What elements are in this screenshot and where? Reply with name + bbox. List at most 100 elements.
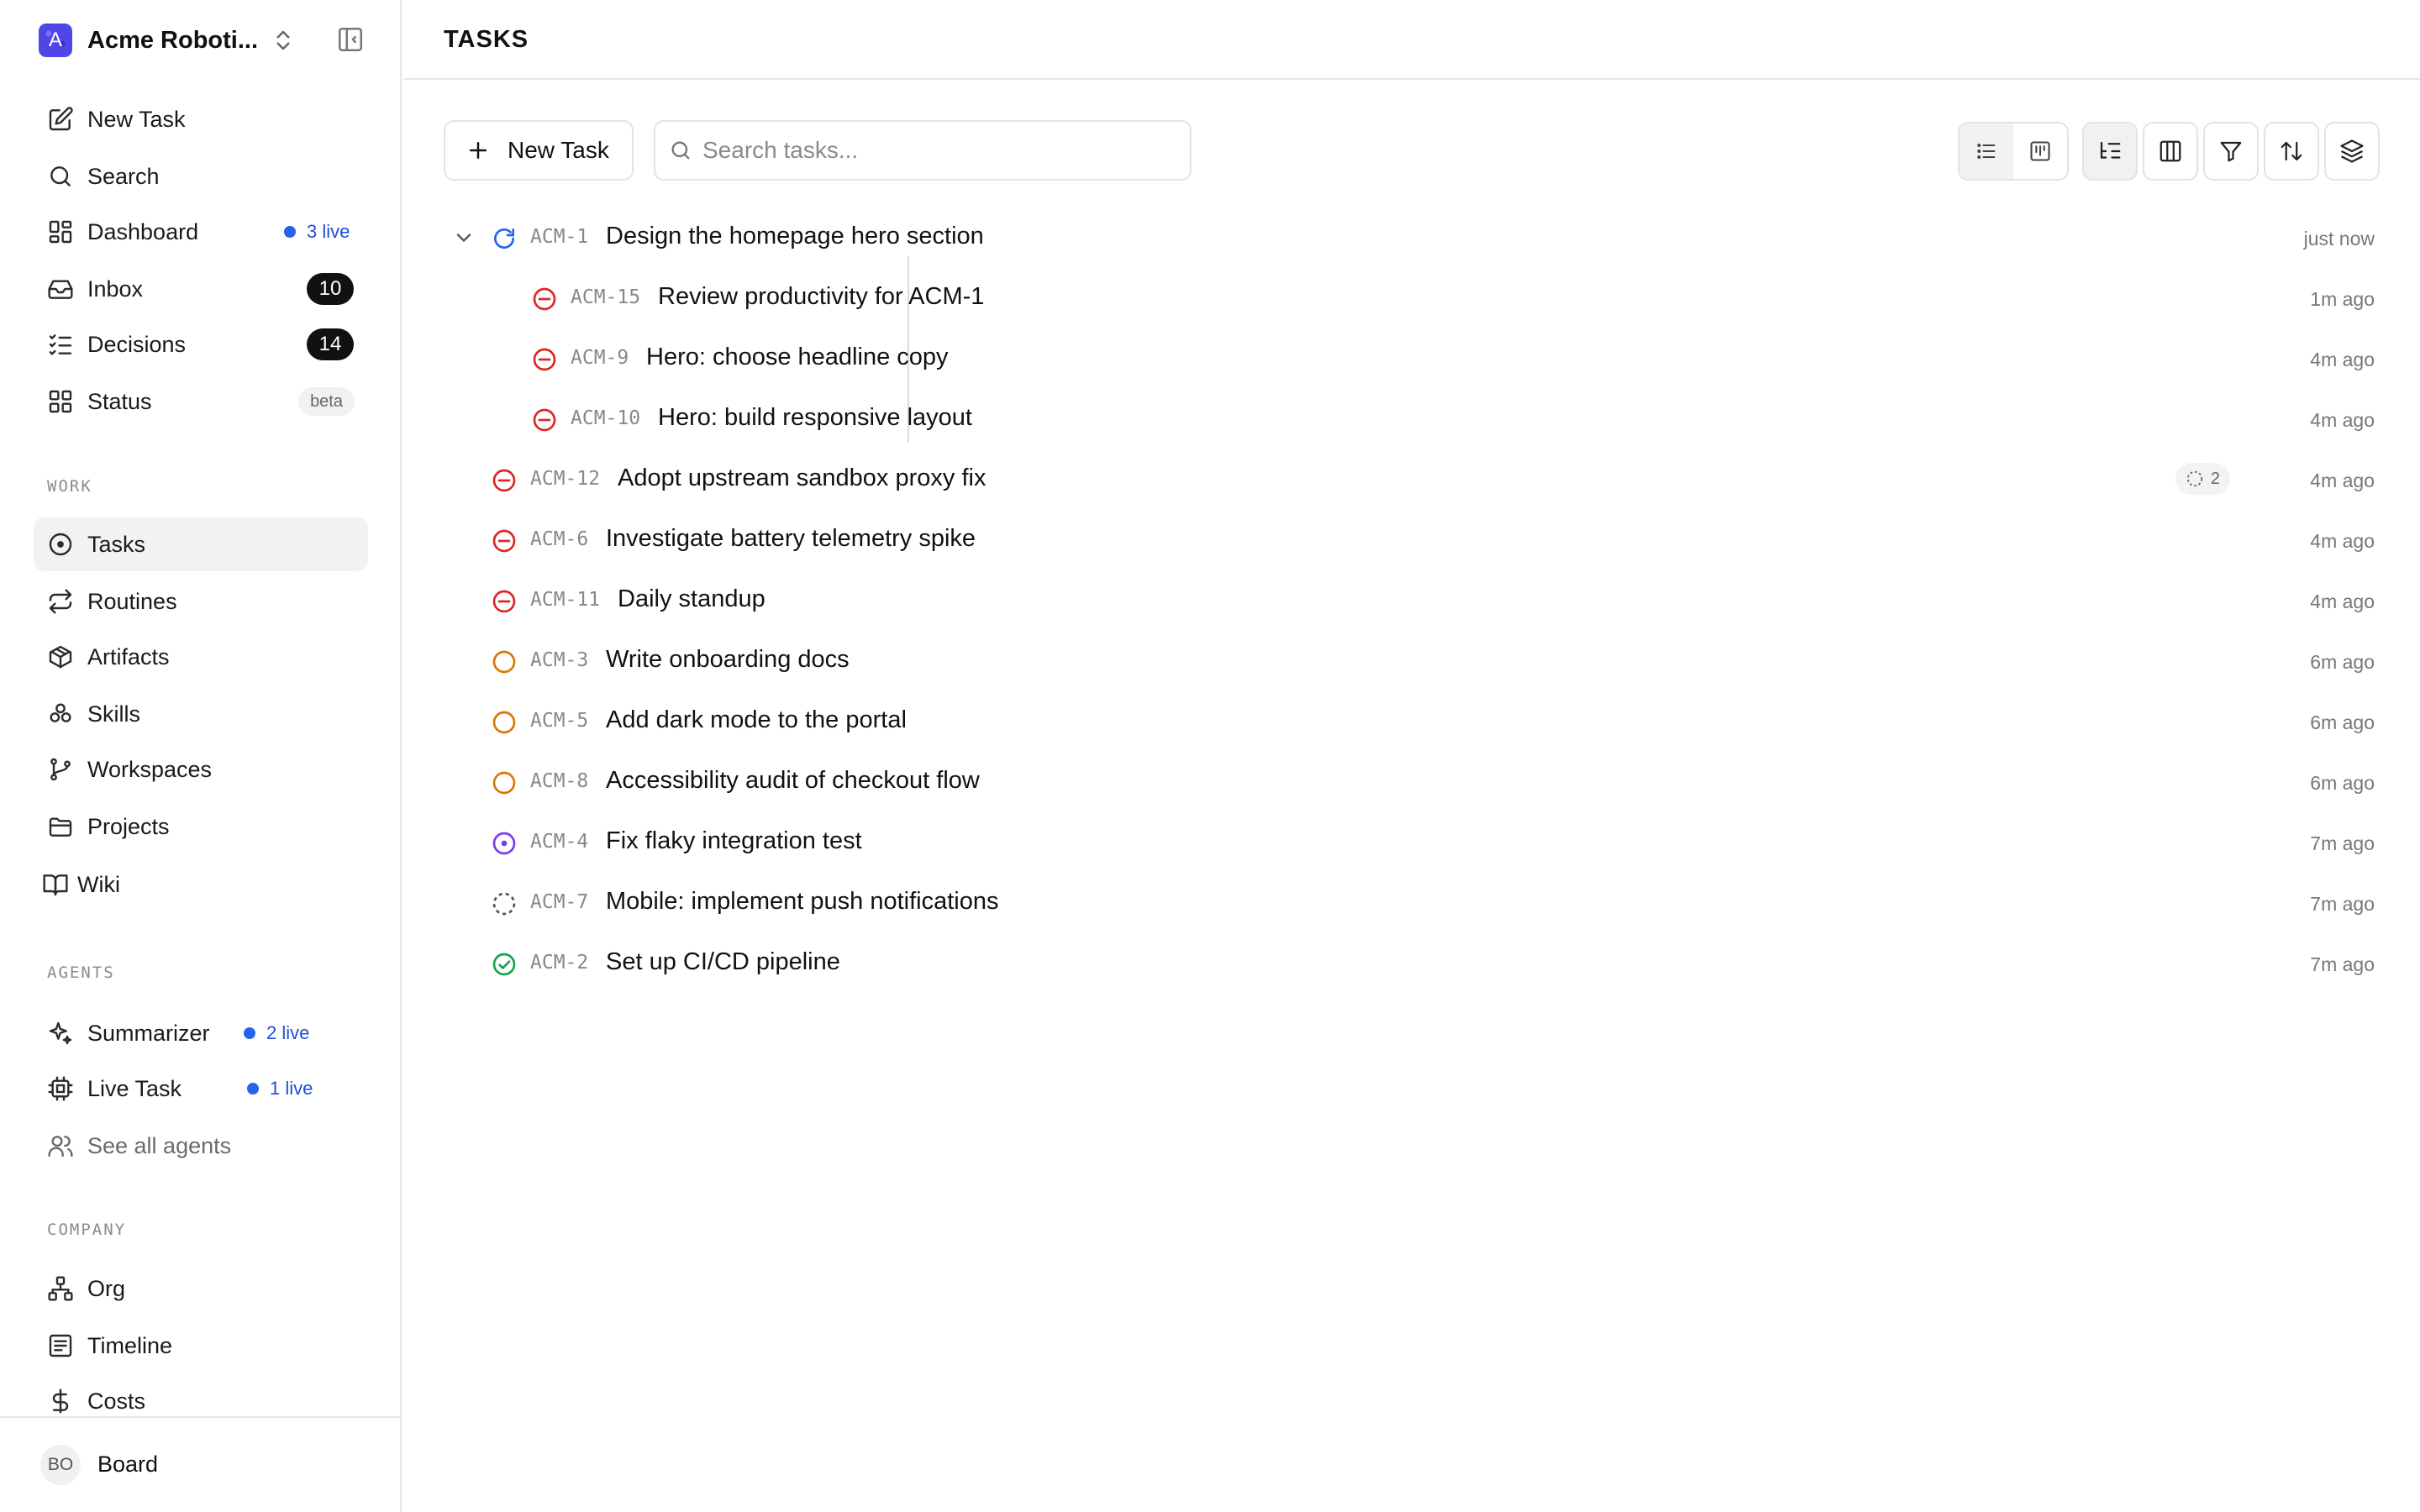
board-view-button[interactable] [2013,123,2067,179]
task-id: ACM-12 [530,468,601,490]
group-by-button[interactable] [2324,122,2380,181]
users-icon [45,1131,76,1161]
sidebar-item-label: Timeline [87,1332,173,1358]
sidebar-item-label: Projects [87,813,170,839]
workspace-switcher[interactable]: A Acme Roboti... [39,23,375,58]
task-title: Add dark mode to the portal [606,706,907,733]
sidebar-item-dashboard[interactable]: Dashboard 3 live [34,205,368,259]
page-title: TASKS [444,26,529,53]
inbox-count-badge: 10 [307,273,354,305]
sidebar-item-routines[interactable]: Routines [34,575,368,628]
task-title: Write onboarding docs [606,646,850,673]
sidebar-item-inbox[interactable]: Inbox 10 [34,262,368,316]
columns-button[interactable] [2143,122,2198,181]
search-field[interactable] [654,120,1192,181]
task-id: ACM-11 [530,589,601,611]
sidebar-item-label: Dashboard [87,218,199,244]
task-updated-time: 4m ago [2310,470,2375,491]
task-id: ACM-2 [530,952,589,974]
dashboard-icon [45,217,76,247]
sidebar-item-see-all-agents[interactable]: See all agents [34,1119,368,1173]
task-updated-time: 1m ago [2310,288,2375,310]
sidebar-item-wiki[interactable]: Wiki [29,858,363,911]
task-row-acm-1[interactable]: ACM-1 Design the homepage hero section j… [444,207,2396,268]
sidebar-item-projects[interactable]: Projects [34,800,368,853]
sidebar-item-tasks[interactable]: Tasks [34,517,368,571]
sidebar-item-search[interactable]: Search [34,150,368,203]
task-row-acm-12[interactable]: ACM-12 Adopt upstream sandbox proxy fix … [444,449,2396,510]
task-row-acm-2[interactable]: ACM-2 Set up CI/CD pipeline 7m ago [444,933,2396,994]
sidebar-item-workspaces[interactable]: Workspaces [34,743,368,796]
sidebar-item-artifacts[interactable]: Artifacts [34,630,368,684]
task-updated-time: 6m ago [2310,651,2375,673]
task-title: Daily standup [618,585,765,612]
sidebar-item-decisions[interactable]: Decisions 14 [34,318,368,371]
sidebar-item-live-task[interactable]: Live Task 1 live [34,1062,368,1116]
todo-status-icon[interactable] [491,769,518,796]
task-row-acm-11[interactable]: ACM-11 Daily standup 4m ago [444,570,2396,631]
task-row-acm-9[interactable]: ACM-9 Hero: choose headline copy 4m ago [444,328,2396,389]
subtask-count: 2 [2210,469,2220,488]
task-row-acm-10[interactable]: ACM-10 Hero: build responsive layout 4m … [444,389,2396,449]
sidebar-item-label: Artifacts [87,643,170,669]
todo-status-icon[interactable] [491,648,518,675]
in-review-status-icon[interactable] [491,830,518,857]
task-title: Investigate battery telemetry spike [606,525,976,552]
sidebar-item-timeline[interactable]: Timeline [34,1319,368,1373]
chevron-down-icon[interactable] [452,226,476,249]
live-dot [247,1083,259,1095]
blocked-status-icon[interactable] [491,588,518,615]
new-task-label: New Task [508,137,609,163]
task-row-acm-8[interactable]: ACM-8 Accessibility audit of checkout fl… [444,752,2396,812]
sidebar-item-skills[interactable]: Skills [34,687,368,741]
main-content: TASKS New Task ACM-1 Design the homepage… [403,0,2420,1512]
collapse-sidebar-button[interactable] [336,25,365,54]
blocked-status-icon[interactable] [531,286,558,312]
live-count: 3 live [307,221,350,242]
blocked-status-icon[interactable] [491,528,518,554]
task-updated-time: just now [2303,228,2375,249]
task-updated-time: 4m ago [2310,349,2375,370]
repeat-icon [45,586,76,617]
user-menu[interactable]: BO Board [0,1416,402,1512]
backlog-status-icon[interactable] [491,890,518,917]
task-title: Review productivity for ACM-1 [658,283,985,310]
beta-badge: beta [298,387,355,416]
layers-icon [2339,139,2365,164]
view-mode-toggle [1958,122,2069,181]
task-updated-time: 6m ago [2310,711,2375,733]
done-status-icon[interactable] [491,951,518,978]
sort-button[interactable] [2264,122,2319,181]
todo-status-icon[interactable] [491,709,518,736]
task-row-acm-15[interactable]: ACM-15 Review productivity for ACM-1 1m … [444,268,2396,328]
task-row-acm-5[interactable]: ACM-5 Add dark mode to the portal 6m ago [444,691,2396,752]
section-label-company: COMPANY [47,1221,127,1239]
blocked-status-icon[interactable] [531,346,558,373]
task-updated-time: 4m ago [2310,591,2375,612]
task-id: ACM-8 [530,770,589,792]
target-icon [45,529,76,559]
blocked-status-icon[interactable] [531,407,558,433]
search-input[interactable] [702,137,1173,164]
blocked-status-icon[interactable] [491,467,518,494]
filter-button[interactable] [2203,122,2259,181]
sidebar-item-org[interactable]: Org [34,1262,368,1315]
task-title: Hero: choose headline copy [646,344,949,370]
nested-view-button[interactable] [2082,122,2138,181]
sidebar-item-status[interactable]: Status beta [34,375,368,428]
sidebar-item-label: Wiki [77,871,120,897]
subtask-count-badge: 2 [2175,463,2230,495]
task-row-acm-6[interactable]: ACM-6 Investigate battery telemetry spik… [444,510,2396,570]
task-updated-time: 6m ago [2310,772,2375,794]
in-progress-status-icon[interactable] [491,225,518,252]
task-row-acm-4[interactable]: ACM-4 Fix flaky integration test 7m ago [444,812,2396,873]
sidebar: A Acme Roboti... New Task Search Dashboa… [0,0,402,1512]
list-view-button[interactable] [1960,123,2013,179]
live-count: 2 live [266,1022,310,1043]
new-task-button[interactable]: New Task [444,120,634,181]
sidebar-item-new-task[interactable]: New Task [34,92,368,146]
sidebar-item-label: Summarizer [87,1020,210,1046]
task-row-acm-3[interactable]: ACM-3 Write onboarding docs 6m ago [444,631,2396,691]
task-row-acm-7[interactable]: ACM-7 Mobile: implement push notificatio… [444,873,2396,933]
sidebar-item-summarizer[interactable]: Summarizer 2 live [34,1006,368,1060]
